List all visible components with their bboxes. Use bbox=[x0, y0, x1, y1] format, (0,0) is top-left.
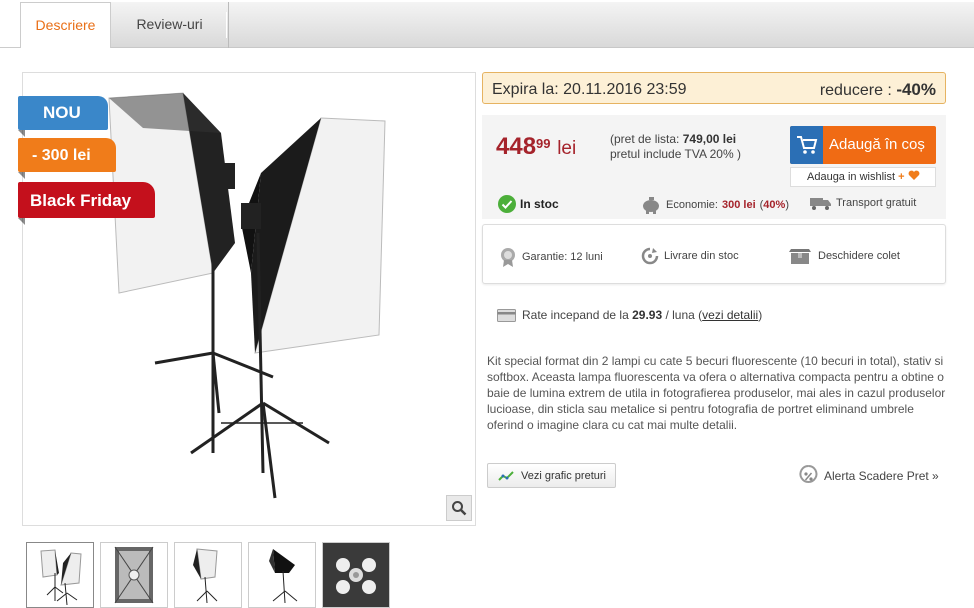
badge-black-friday: Black Friday bbox=[18, 182, 155, 225]
economy-value: 300 lei bbox=[721, 199, 756, 211]
rate-details-link[interactable]: vezi detalii bbox=[702, 308, 758, 322]
chart-icon bbox=[498, 470, 514, 481]
service-delivery: Livrare din stoc bbox=[641, 247, 739, 265]
card-icon bbox=[497, 308, 516, 322]
warranty-icon bbox=[501, 248, 515, 267]
badge-new: NOU bbox=[18, 96, 108, 137]
package-icon bbox=[789, 249, 811, 264]
discount-label: reducere : bbox=[819, 82, 892, 99]
price-box: 44899 lei (pret de lista: 749,00 lei pre… bbox=[482, 115, 946, 219]
search-icon bbox=[452, 501, 467, 516]
add-to-cart-label: Adaugă în coș bbox=[829, 136, 925, 153]
cart-icon bbox=[790, 126, 823, 164]
economy-pct-close: ) bbox=[785, 199, 789, 211]
rate-amount: 29.93 bbox=[632, 308, 663, 322]
heart-icon bbox=[908, 170, 920, 180]
badge-discount-lei: - 300 lei bbox=[18, 138, 116, 179]
thumbnail-2[interactable] bbox=[100, 542, 168, 608]
thumbnail-3[interactable] bbox=[174, 542, 242, 608]
service-warranty: Garantie: 12 luni bbox=[499, 247, 603, 267]
thumbnail-5[interactable] bbox=[322, 542, 390, 608]
truck-icon bbox=[810, 198, 831, 210]
tab-bar: Descriere Review-uri bbox=[0, 0, 974, 48]
price-decimals: 99 bbox=[536, 136, 551, 151]
transport-label: Transport gratuit bbox=[836, 197, 917, 209]
price-graph-label: Vezi grafic preturi bbox=[521, 469, 606, 482]
add-to-wishlist-button[interactable]: Adauga in wishlist + bbox=[790, 167, 936, 187]
add-to-cart-button[interactable]: Adaugă în coș bbox=[790, 126, 936, 164]
services-box: Garantie: 12 luni Livrare din stoc Desch… bbox=[482, 224, 946, 284]
expiry-bar: Expira la: 20.11.2016 23:59 reducere : -… bbox=[482, 72, 946, 104]
product-description: Kit special format din 2 lampi cu cate 5… bbox=[487, 354, 946, 432]
free-transport-info: Transport gratuit bbox=[810, 196, 916, 210]
rate-per: / luna ( bbox=[665, 308, 703, 322]
current-price: 44899 lei bbox=[496, 133, 576, 161]
check-icon bbox=[498, 195, 516, 213]
price-currency: lei bbox=[557, 138, 577, 159]
wishlist-label: Adauga in wishlist bbox=[807, 171, 896, 183]
delivery-label: Livrare din stoc bbox=[664, 250, 739, 262]
tab-bar-background bbox=[110, 2, 974, 48]
tab-reviews[interactable]: Review-uri bbox=[111, 2, 229, 48]
economy-pct: 40% bbox=[763, 199, 786, 211]
economy-label: Economie: bbox=[666, 199, 718, 211]
tab-divider bbox=[0, 47, 20, 48]
expiry-date: Expira la: 20.11.2016 23:59 bbox=[492, 81, 687, 98]
wishlist-plus: + bbox=[898, 171, 905, 183]
list-price-value: 749,00 lei bbox=[682, 132, 737, 146]
rate-prefix: Rate incepand de la bbox=[522, 308, 629, 322]
thumbnail-4[interactable] bbox=[248, 542, 316, 608]
price-integer: 448 bbox=[496, 133, 537, 160]
list-price-prefix: (pret de lista: bbox=[610, 132, 680, 146]
delivery-icon bbox=[641, 247, 659, 265]
tab-descriere[interactable]: Descriere bbox=[20, 2, 111, 48]
piggy-bank-icon bbox=[643, 197, 659, 214]
price-graph-button[interactable]: Vezi grafic preturi bbox=[487, 463, 616, 488]
economy-info: Economie: 300 lei (40%) bbox=[640, 196, 789, 214]
zoom-button[interactable] bbox=[446, 495, 472, 521]
thumbnail-1[interactable] bbox=[26, 542, 94, 608]
rate-close: ) bbox=[758, 308, 763, 322]
list-price-info: (pret de lista: 749,00 lei pretul includ… bbox=[610, 132, 741, 162]
installments-info: Rate incepand de la 29.93 / luna (vezi d… bbox=[497, 308, 762, 322]
discount-text: reducere : -40% bbox=[820, 80, 936, 100]
price-drop-alert-link[interactable]: Alerta Scadere Pret » bbox=[799, 465, 939, 486]
discount-value: -40% bbox=[896, 80, 936, 99]
open-package-label: Deschidere colet bbox=[818, 250, 900, 262]
warranty-label: Garantie: 12 luni bbox=[522, 251, 603, 263]
percent-icon bbox=[799, 465, 818, 483]
service-open-package: Deschidere colet bbox=[787, 247, 900, 265]
price-drop-alert-label: Alerta Scadere Pret » bbox=[824, 468, 939, 483]
stock-status: In stoc bbox=[498, 195, 559, 213]
vat-note: pretul include TVA 20% ) bbox=[610, 147, 741, 161]
stock-label: In stoc bbox=[520, 197, 559, 211]
